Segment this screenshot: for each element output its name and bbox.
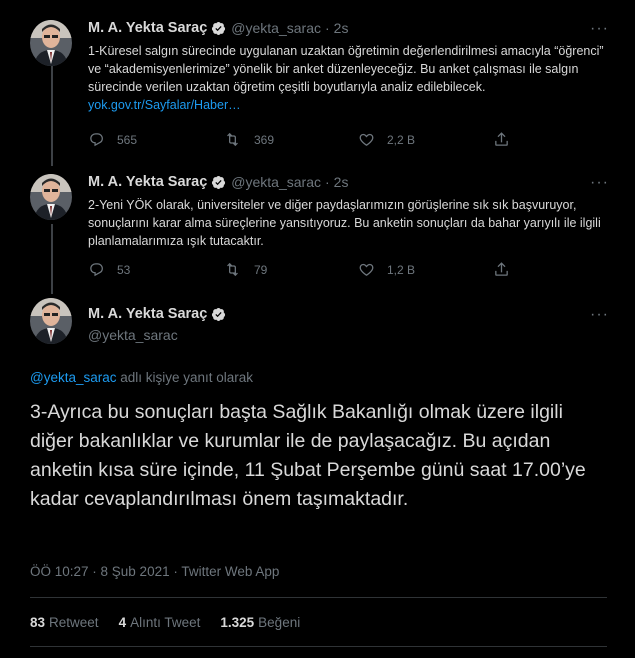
tweet-link[interactable]: yok.gov.tr/Sayfalar/Haber… bbox=[88, 98, 241, 112]
divider-top bbox=[30, 597, 607, 598]
avatar[interactable] bbox=[30, 174, 72, 220]
action-bar: 53 79 1,2 B bbox=[88, 261, 528, 278]
tweet-header: M. A. Yekta Saraç @yekta_sarac · 2s bbox=[88, 174, 348, 190]
timestamp[interactable]: 2s bbox=[334, 174, 349, 190]
more-horizontal-icon[interactable]: ··· bbox=[590, 20, 609, 38]
like-stat-label: Beğeni bbox=[258, 615, 301, 630]
more-horizontal-icon[interactable]: ··· bbox=[590, 174, 609, 192]
display-name[interactable]: M. A. Yekta Saraç bbox=[88, 174, 207, 190]
retweet-count: 79 bbox=[254, 262, 268, 277]
share-action[interactable] bbox=[493, 131, 522, 148]
like-stat-count: 1.325 bbox=[220, 615, 255, 630]
share-action[interactable] bbox=[493, 261, 522, 278]
timestamp[interactable]: 2s bbox=[334, 20, 349, 36]
handle[interactable]: @yekta_sarac bbox=[88, 327, 178, 343]
tweet-text-content: 2-Yeni YÖK olarak, üniversiteler ve diğe… bbox=[88, 198, 601, 248]
heart-icon bbox=[359, 263, 374, 276]
like-action[interactable]: 1,2 B bbox=[358, 261, 493, 278]
reply-to-suffix: adlı kişiye yanıt olarak bbox=[116, 370, 254, 385]
retweet-action[interactable]: 79 bbox=[223, 261, 358, 278]
reply-count: 53 bbox=[117, 262, 131, 277]
retweet-count: 369 bbox=[254, 132, 275, 147]
handle[interactable]: @yekta_sarac bbox=[231, 20, 321, 36]
retweet-action[interactable]: 369 bbox=[223, 131, 358, 148]
quote-stat[interactable]: 4 Alıntı Tweet bbox=[119, 615, 201, 630]
like-count: 1,2 B bbox=[387, 262, 416, 277]
like-action[interactable]: 2,2 B bbox=[358, 131, 493, 148]
tweet-1[interactable]: M. A. Yekta Saraç @yekta_sarac · 2s ··· … bbox=[0, 20, 635, 160]
avatar[interactable] bbox=[30, 20, 72, 66]
reply-icon bbox=[90, 263, 103, 277]
separator-dot: · bbox=[325, 20, 330, 36]
retweet-stat-count: 83 bbox=[30, 615, 46, 630]
reply-to-handle[interactable]: @yekta_sarac bbox=[30, 370, 117, 385]
reply-action[interactable]: 53 bbox=[88, 261, 223, 278]
reply-icon bbox=[90, 133, 103, 147]
verified-badge-icon bbox=[211, 307, 226, 322]
retweet-stat-label: Retweet bbox=[49, 615, 99, 630]
tweet-header: M. A. Yekta Saraç @yekta_sarac · 2s bbox=[88, 20, 348, 36]
separator-dot: · bbox=[325, 174, 330, 190]
retweet-icon bbox=[227, 262, 238, 277]
tweet-timestamp-line[interactable]: ÖÖ 10:27 · 8 Şub 2021 · Twitter Web App bbox=[30, 564, 279, 579]
tweet-text: 1-Küresel salgın sürecinde uygulanan uza… bbox=[88, 42, 608, 114]
share-icon bbox=[495, 262, 508, 276]
like-stat[interactable]: 1.325 Beğeni bbox=[220, 615, 300, 630]
engagement-stats: 83 Retweet 4 Alıntı Tweet 1.325 Beğeni bbox=[30, 615, 320, 630]
tweet-text-content: 1-Küresel salgın sürecinde uygulanan uza… bbox=[88, 44, 604, 94]
tweet-header: M. A. Yekta Saraç bbox=[88, 306, 231, 322]
verified-badge-icon bbox=[211, 21, 226, 36]
quote-stat-count: 4 bbox=[118, 615, 127, 630]
tweet-2[interactable]: M. A. Yekta Saraç @yekta_sarac · 2s ··· … bbox=[0, 174, 635, 294]
avatar[interactable] bbox=[30, 298, 72, 344]
reply-to-line: @yekta_sarac adlı kişiye yanıt olarak bbox=[30, 370, 253, 385]
quote-stat-label: Alıntı Tweet bbox=[130, 615, 201, 630]
main-tweet-text: 3-Ayrıca bu sonuçları başta Sağlık Bakan… bbox=[30, 401, 586, 510]
more-horizontal-icon[interactable]: ··· bbox=[590, 306, 609, 324]
reply-action[interactable]: 565 bbox=[88, 131, 223, 148]
like-count: 2,2 B bbox=[387, 132, 416, 147]
handle[interactable]: @yekta_sarac bbox=[231, 174, 321, 190]
retweet-stat[interactable]: 83 Retweet bbox=[30, 615, 99, 630]
display-name[interactable]: M. A. Yekta Saraç bbox=[88, 306, 207, 322]
reply-count: 565 bbox=[117, 132, 138, 147]
tweet-text: 2-Yeni YÖK olarak, üniversiteler ve diğe… bbox=[88, 196, 608, 250]
divider-bottom bbox=[30, 646, 607, 647]
retweet-icon bbox=[227, 132, 238, 147]
action-bar: 565 369 2,2 B bbox=[88, 131, 528, 148]
share-icon bbox=[495, 132, 508, 146]
display-name[interactable]: M. A. Yekta Saraç bbox=[88, 20, 207, 36]
verified-badge-icon bbox=[211, 175, 226, 190]
heart-icon bbox=[359, 133, 374, 146]
